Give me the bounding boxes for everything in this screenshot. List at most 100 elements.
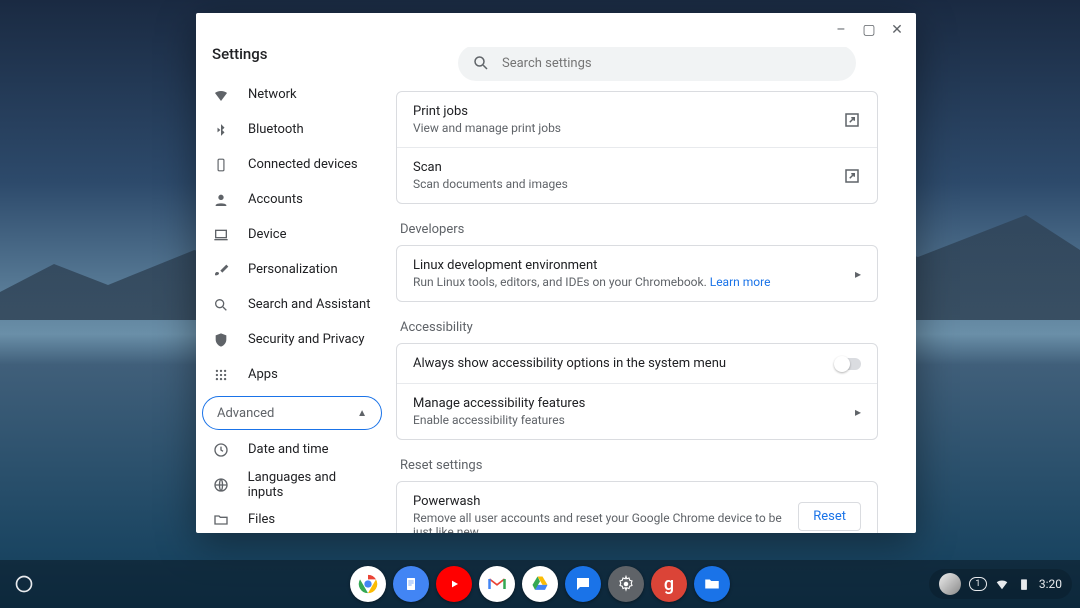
bluetooth-icon bbox=[212, 121, 230, 139]
folder-icon bbox=[212, 511, 230, 529]
sidebar-item-files[interactable]: Files bbox=[196, 502, 388, 533]
system-tray[interactable]: 1 3:20 bbox=[929, 569, 1072, 599]
app-docs-icon[interactable] bbox=[393, 566, 429, 602]
app-messages-icon[interactable] bbox=[565, 566, 601, 602]
search-bar[interactable] bbox=[458, 47, 856, 81]
external-link-icon bbox=[843, 111, 861, 129]
sidebar-item-accounts[interactable]: Accounts bbox=[196, 182, 388, 217]
battery-icon bbox=[1017, 577, 1031, 591]
row-title: Print jobs bbox=[413, 104, 831, 119]
clock-time: 3:20 bbox=[1039, 577, 1062, 591]
wifi-status-icon bbox=[995, 577, 1009, 591]
settings-content: Print jobs View and manage print jobs Sc… bbox=[388, 47, 916, 533]
wifi-icon bbox=[212, 86, 230, 104]
page-title: Settings bbox=[196, 47, 388, 77]
developers-card: Linux development environment Run Linux … bbox=[396, 245, 878, 302]
window-close-button[interactable]: ✕ bbox=[884, 17, 910, 43]
sidebar-item-search-assistant[interactable]: Search and Assistant bbox=[196, 287, 388, 322]
phone-icon bbox=[212, 156, 230, 174]
apps-icon bbox=[212, 366, 230, 384]
sidebar-item-label: Search and Assistant bbox=[248, 297, 371, 312]
chevron-right-icon: ▸ bbox=[855, 267, 861, 281]
shelf-apps: g bbox=[350, 566, 730, 602]
launcher-button[interactable] bbox=[8, 568, 40, 600]
row-title: Powerwash bbox=[413, 494, 786, 509]
row-title: Manage accessibility features bbox=[413, 396, 843, 411]
avatar-icon bbox=[939, 573, 961, 595]
sidebar-item-label: Date and time bbox=[248, 442, 329, 457]
sidebar-item-label: Network bbox=[248, 87, 297, 102]
search-icon bbox=[212, 296, 230, 314]
sidebar-item-languages-inputs[interactable]: Languages and inputs bbox=[196, 467, 388, 502]
advanced-label: Advanced bbox=[217, 406, 274, 421]
accessibility-toggle-row: Always show accessibility options in the… bbox=[397, 344, 877, 383]
reset-settings-heading: Reset settings bbox=[400, 458, 878, 473]
sidebar-item-label: Apps bbox=[248, 367, 278, 382]
sidebar-item-bluetooth[interactable]: Bluetooth bbox=[196, 112, 388, 147]
app-files-icon[interactable] bbox=[694, 566, 730, 602]
external-link-icon bbox=[843, 167, 861, 185]
sidebar-item-label: Device bbox=[248, 227, 287, 242]
shield-icon bbox=[212, 331, 230, 349]
settings-window: – ▢ ✕ Settings Network Bluetooth Connect… bbox=[196, 13, 916, 533]
app-gmail-icon[interactable] bbox=[479, 566, 515, 602]
globe-icon bbox=[212, 476, 230, 494]
window-maximize-button[interactable]: ▢ bbox=[856, 17, 882, 43]
row-title: Scan bbox=[413, 160, 831, 175]
sidebar-advanced-toggle[interactable]: Advanced ▲ bbox=[202, 396, 382, 430]
brush-icon bbox=[212, 261, 230, 279]
sidebar-item-device[interactable]: Device bbox=[196, 217, 388, 252]
row-subtitle: Remove all user accounts and reset your … bbox=[413, 511, 786, 533]
scan-row[interactable]: Scan Scan documents and images bbox=[397, 147, 877, 203]
reset-button[interactable]: Reset bbox=[798, 502, 861, 531]
sidebar-item-personalization[interactable]: Personalization bbox=[196, 252, 388, 287]
app-g-icon[interactable]: g bbox=[651, 566, 687, 602]
notification-count-badge: 1 bbox=[969, 577, 987, 591]
chevron-right-icon: ▸ bbox=[855, 405, 861, 419]
print-jobs-row[interactable]: Print jobs View and manage print jobs bbox=[397, 92, 877, 147]
window-minimize-button[interactable]: – bbox=[828, 17, 854, 43]
accessibility-card: Always show accessibility options in the… bbox=[396, 343, 878, 440]
app-youtube-icon[interactable] bbox=[436, 566, 472, 602]
row-subtitle: Scan documents and images bbox=[413, 177, 831, 191]
shelf: g 1 3:20 bbox=[0, 560, 1080, 608]
row-subtitle: Enable accessibility features bbox=[413, 413, 843, 427]
sidebar-nav-list: Network Bluetooth Connected devices Acco… bbox=[196, 77, 388, 533]
window-titlebar: – ▢ ✕ bbox=[196, 13, 916, 47]
laptop-icon bbox=[212, 226, 230, 244]
app-settings-icon[interactable] bbox=[608, 566, 644, 602]
sidebar-item-connected-devices[interactable]: Connected devices bbox=[196, 147, 388, 182]
sidebar-item-label: Languages and inputs bbox=[248, 470, 372, 500]
search-icon bbox=[472, 54, 490, 72]
row-title: Always show accessibility options in the… bbox=[413, 356, 823, 371]
learn-more-link[interactable]: Learn more bbox=[710, 275, 771, 289]
linux-env-row[interactable]: Linux development environment Run Linux … bbox=[397, 246, 877, 301]
row-subtitle: Run Linux tools, editors, and IDEs on yo… bbox=[413, 275, 843, 289]
app-drive-icon[interactable] bbox=[522, 566, 558, 602]
chevron-up-icon: ▲ bbox=[357, 408, 367, 419]
reset-card: Powerwash Remove all user accounts and r… bbox=[396, 481, 878, 533]
sidebar-item-label: Accounts bbox=[248, 192, 303, 207]
sidebar-item-label: Personalization bbox=[248, 262, 338, 277]
manage-accessibility-row[interactable]: Manage accessibility features Enable acc… bbox=[397, 383, 877, 439]
sidebar-item-label: Security and Privacy bbox=[248, 332, 365, 347]
row-title: Linux development environment bbox=[413, 258, 843, 273]
search-input[interactable] bbox=[502, 56, 842, 71]
row-subtitle: View and manage print jobs bbox=[413, 121, 831, 135]
app-chrome-icon[interactable] bbox=[350, 566, 386, 602]
settings-sidebar: Settings Network Bluetooth Connected dev… bbox=[196, 47, 388, 533]
sidebar-item-network[interactable]: Network bbox=[196, 77, 388, 112]
sidebar-item-label: Files bbox=[248, 512, 275, 527]
sidebar-item-apps[interactable]: Apps bbox=[196, 357, 388, 392]
developers-heading: Developers bbox=[400, 222, 878, 237]
sidebar-item-security-privacy[interactable]: Security and Privacy bbox=[196, 322, 388, 357]
powerwash-row: Powerwash Remove all user accounts and r… bbox=[397, 482, 877, 533]
sidebar-item-date-time[interactable]: Date and time bbox=[196, 432, 388, 467]
print-scan-card: Print jobs View and manage print jobs Sc… bbox=[396, 91, 878, 204]
person-icon bbox=[212, 191, 230, 209]
accessibility-menu-toggle[interactable] bbox=[835, 358, 861, 370]
accessibility-heading: Accessibility bbox=[400, 320, 878, 335]
clock-icon bbox=[212, 441, 230, 459]
sidebar-item-label: Connected devices bbox=[248, 157, 358, 172]
sidebar-item-label: Bluetooth bbox=[248, 122, 304, 137]
